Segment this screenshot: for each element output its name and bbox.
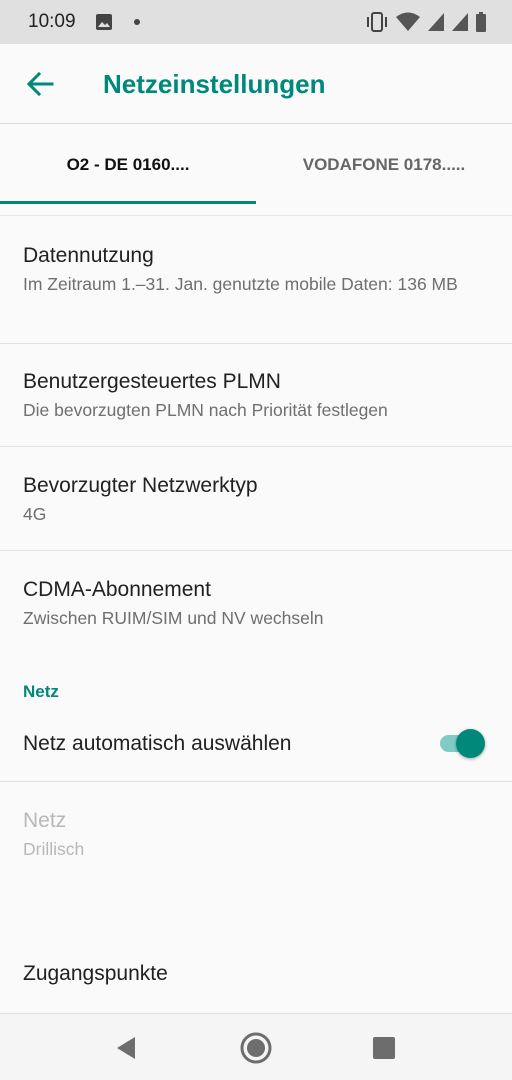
auto-select-toggle[interactable] (438, 728, 486, 758)
dot-icon (134, 19, 140, 25)
pref-network-type[interactable]: Bevorzugter Netzwerktyp 4G (0, 447, 512, 550)
battery-icon (476, 12, 486, 32)
app-bar: Netzeinstellungen (0, 44, 512, 124)
pref-title: Benutzergesteuertes PLMN (23, 370, 281, 393)
toggle-thumb (456, 729, 485, 758)
pref-summary: Zwischen RUIM/SIM und NV wechseln (23, 608, 324, 628)
pref-access-points[interactable]: Zugangspunkte (0, 940, 512, 1012)
pref-summary: Drillisch (23, 839, 85, 859)
pref-summary: 4G (23, 504, 47, 524)
image-icon (96, 14, 112, 30)
signal-icon (452, 13, 468, 31)
wifi-icon (396, 12, 420, 31)
status-right-icons (366, 12, 486, 32)
tab-label: VODAFONE 0178..... (302, 155, 466, 174)
page-title: Netzeinstellungen (103, 69, 326, 99)
pref-title: Bevorzugter Netzwerktyp (23, 474, 258, 497)
pref-summary: Die bevorzugten PLMN nach Priorität fest… (23, 400, 388, 420)
pref-summary: Im Zeitraum 1.–31. Jan. genutzte mobile … (23, 274, 458, 294)
status-bar: 10:09 (0, 0, 512, 44)
pref-title: Netz (23, 809, 67, 832)
tab-sim-1[interactable]: O2 - DE 0160.... (0, 125, 256, 205)
pref-title: Netz automatisch auswählen (23, 732, 292, 755)
tab-sim-2[interactable]: VODAFONE 0178..... (256, 125, 512, 205)
recents-square-icon[interactable] (367, 1031, 401, 1065)
back-triangle-icon[interactable] (109, 1031, 143, 1065)
pref-title: Datennutzung (23, 244, 154, 267)
pref-network: Netz Drillisch (0, 782, 512, 892)
pref-cdma-subscription[interactable]: CDMA-Abonnement Zwischen RUIM/SIM und NV… (0, 551, 512, 661)
tab-label: O2 - DE 0160.... (66, 155, 190, 174)
pref-user-plmn[interactable]: Benutzergesteuertes PLMN Die bevorzugten… (0, 344, 512, 446)
status-left-icons (96, 14, 140, 30)
signal-icon (428, 13, 444, 31)
home-circle-icon[interactable] (239, 1031, 273, 1065)
sim-tabs: O2 - DE 0160.... VODAFONE 0178..... (0, 125, 512, 205)
vibrate-icon (367, 12, 387, 32)
pref-title: CDMA-Abonnement (23, 578, 211, 601)
tab-indicator (0, 201, 256, 204)
navigation-bar (0, 1013, 512, 1080)
category-network: Netz (23, 682, 59, 701)
pref-data-usage[interactable]: Datennutzung Im Zeitraum 1.–31. Jan. gen… (0, 216, 512, 343)
pref-auto-select-network[interactable]: Netz automatisch auswählen (0, 712, 512, 780)
pref-title: Zugangspunkte (23, 962, 168, 985)
arrow-back-icon[interactable] (26, 70, 54, 98)
status-time: 10:09 (28, 11, 76, 32)
